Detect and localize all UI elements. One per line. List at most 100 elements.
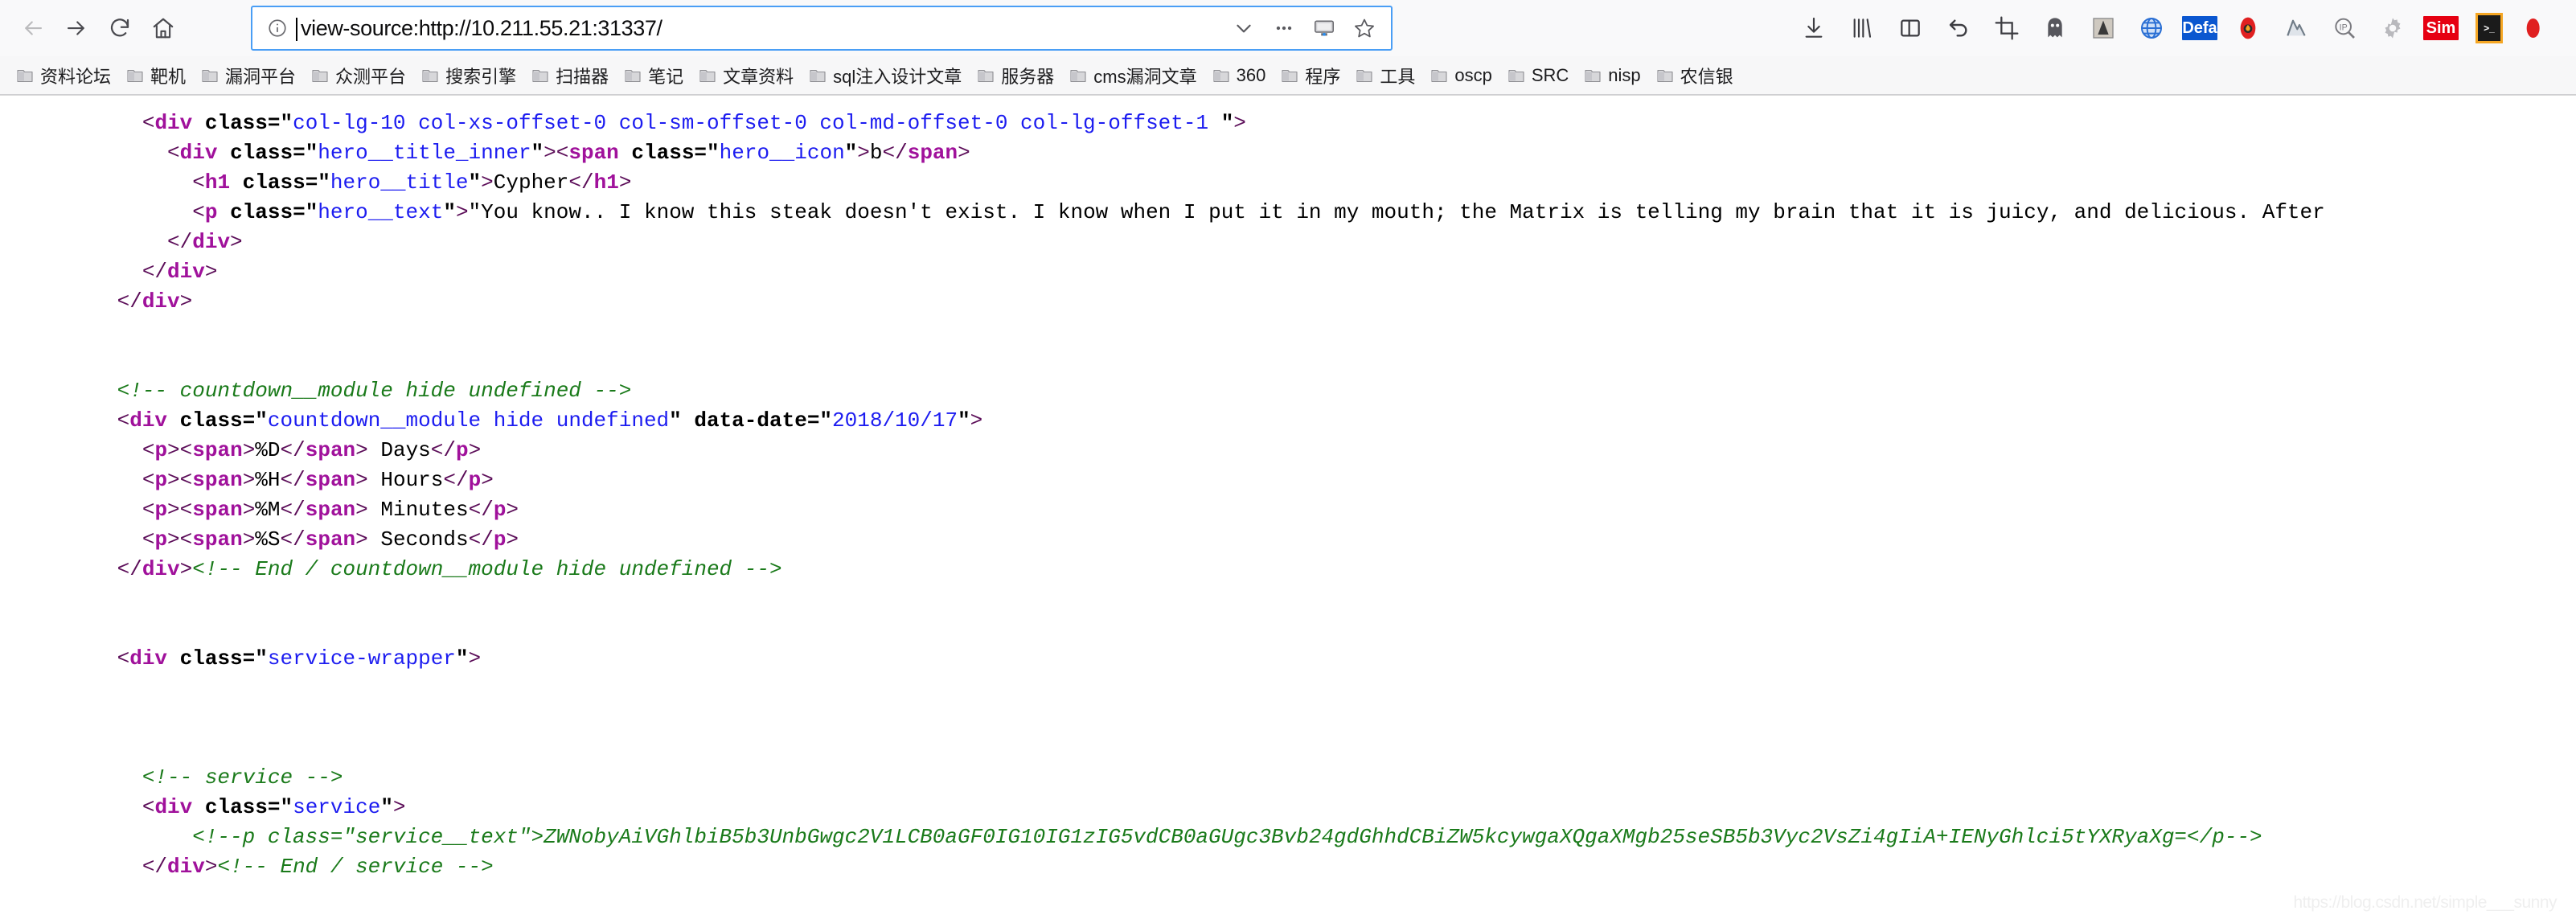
code-token-val: service xyxy=(293,795,381,819)
bookmark-item[interactable]: 农信银 xyxy=(1648,59,1741,92)
bookmark-item[interactable]: 众测平台 xyxy=(303,59,413,92)
code-token-attr: = xyxy=(242,646,256,671)
bookmark-item[interactable]: cms漏洞文章 xyxy=(1061,59,1204,92)
code-token-val: hero__title_inner xyxy=(318,141,531,165)
bookmark-label: 农信银 xyxy=(1680,66,1733,87)
chevron-down-icon[interactable] xyxy=(1225,10,1262,47)
code-token-punct: < xyxy=(42,438,155,462)
code-token-tag: span xyxy=(305,468,356,492)
code-token-tag: div xyxy=(167,260,205,284)
bookmark-item[interactable]: 靶机 xyxy=(118,59,193,92)
folder-icon xyxy=(1069,66,1088,85)
bookmark-item[interactable]: 扫描器 xyxy=(523,59,616,92)
back-button[interactable] xyxy=(11,6,55,50)
code-token-punct: </ xyxy=(42,289,142,314)
code-token-punct: </ xyxy=(468,498,494,522)
bookmark-item[interactable]: sql注入设计文章 xyxy=(801,59,969,92)
bookmark-item[interactable]: 资料论坛 xyxy=(8,59,118,92)
ip-lookup-icon[interactable]: IP xyxy=(2320,4,2369,52)
terminal-ssh-icon[interactable]: >_ xyxy=(2465,4,2513,52)
bookmark-item[interactable]: 程序 xyxy=(1273,59,1347,92)
bookmark-item[interactable]: nisp xyxy=(1576,59,1647,92)
code-token-q: " xyxy=(255,646,268,671)
globe-proxy-icon[interactable] xyxy=(2127,4,2176,52)
code-token-val: countdown__module hide undefined xyxy=(267,408,670,433)
ellipsis-icon[interactable] xyxy=(1265,10,1302,47)
url-input[interactable]: view-source:http://10.211.55.21:31337/ xyxy=(296,16,1222,41)
code-token-txt: Seconds xyxy=(367,527,469,552)
bookmark-item[interactable]: 漏洞平台 xyxy=(193,59,303,92)
info-icon[interactable] xyxy=(264,14,291,42)
code-token-tag: div xyxy=(154,111,193,135)
code-token-q: " xyxy=(280,111,293,135)
downloads-icon[interactable] xyxy=(1790,4,1838,52)
code-token-tag: p xyxy=(154,468,168,492)
code-token-q: " xyxy=(255,408,268,433)
bookmark-item[interactable]: SRC xyxy=(1499,59,1576,92)
code-token-punct: < xyxy=(42,408,130,433)
source-line: <div class="countdown__module hide undef… xyxy=(42,408,983,433)
code-token-punct: </ xyxy=(468,527,494,552)
code-token-q: " xyxy=(305,141,318,165)
bookmark-label: 靶机 xyxy=(150,66,187,87)
bookmark-label: 漏洞平台 xyxy=(225,66,297,87)
reload-button[interactable] xyxy=(98,6,142,50)
bookmark-item[interactable]: 360 xyxy=(1204,59,1274,92)
bookmark-item[interactable]: 笔记 xyxy=(616,59,691,92)
bookmark-label: 众测平台 xyxy=(335,66,407,87)
extension-overflow-icon[interactable] xyxy=(2513,4,2562,52)
code-token-txt: Hours xyxy=(367,468,444,492)
code-token-q: " xyxy=(305,200,318,224)
code-token-punct: > xyxy=(204,260,218,284)
code-token-tag: div xyxy=(129,646,168,671)
source-line: </div><!-- End / service --> xyxy=(42,855,494,879)
bookmark-item[interactable]: 文章资料 xyxy=(691,59,801,92)
bookmark-item[interactable]: 工具 xyxy=(1347,59,1422,92)
defa-extension-icon[interactable]: Defa xyxy=(2176,4,2224,52)
sim-extension-icon[interactable]: Sim xyxy=(2417,4,2465,52)
undo-close-tab-icon[interactable] xyxy=(1934,4,1983,52)
source-line: <!-- service --> xyxy=(42,765,343,790)
forward-button[interactable] xyxy=(55,6,98,50)
folder-icon xyxy=(420,66,440,85)
bookmark-item[interactable]: 搜索引擎 xyxy=(413,59,523,92)
code-token-cmt: <!-- End / countdown__module hide undefi… xyxy=(192,557,782,581)
bookmark-label: 搜索引擎 xyxy=(445,66,517,87)
reader-view-icon[interactable] xyxy=(1306,10,1343,47)
code-token-txt: Cypher xyxy=(493,170,569,195)
code-token-tag: h1 xyxy=(593,170,619,195)
sidebar-icon[interactable] xyxy=(1886,4,1934,52)
code-token-attr: class xyxy=(204,111,268,135)
code-token-punct: > xyxy=(179,557,193,581)
defa-badge-label: Defa xyxy=(2182,16,2217,40)
wappalyzer-icon[interactable] xyxy=(2272,4,2320,52)
folder-icon xyxy=(808,66,827,85)
home-button[interactable] xyxy=(142,6,185,50)
star-icon[interactable] xyxy=(1346,10,1383,47)
code-token-punct: > xyxy=(455,200,469,224)
code-token-attr: = xyxy=(293,200,306,224)
url-value: view-source:http://10.211.55.21:31337/ xyxy=(301,15,662,40)
code-token-tag: p xyxy=(493,498,507,522)
screenshot-crop-icon[interactable] xyxy=(1983,4,2031,52)
code-token-cmt: <!-- service --> xyxy=(42,765,343,790)
folder-icon xyxy=(1430,66,1449,85)
code-token-q: " xyxy=(707,141,720,165)
bookmark-item[interactable]: oscp xyxy=(1422,59,1499,92)
fire-extension-icon[interactable] xyxy=(2224,4,2272,52)
gear-settings-icon[interactable] xyxy=(2369,4,2417,52)
address-bar[interactable]: view-source:http://10.211.55.21:31337/ xyxy=(251,6,1393,51)
ghost-privacy-icon[interactable] xyxy=(2031,4,2079,52)
hackbar-icon[interactable] xyxy=(2079,4,2127,52)
code-token-punct: > xyxy=(618,170,632,195)
bookmark-item[interactable]: 服务器 xyxy=(969,59,1061,92)
bookmark-label: 程序 xyxy=(1305,66,1341,87)
bookmarks-toolbar: 资料论坛 靶机 漏洞平台 众测平台 搜索引擎 扫描器 笔记 文章资料 sql注入设计文章 服务器 c… xyxy=(0,56,2576,95)
library-icon[interactable] xyxy=(1838,4,1886,52)
code-token-q: " xyxy=(318,170,330,195)
code-token-q: " xyxy=(280,795,293,819)
code-token-punct: </ xyxy=(280,468,306,492)
